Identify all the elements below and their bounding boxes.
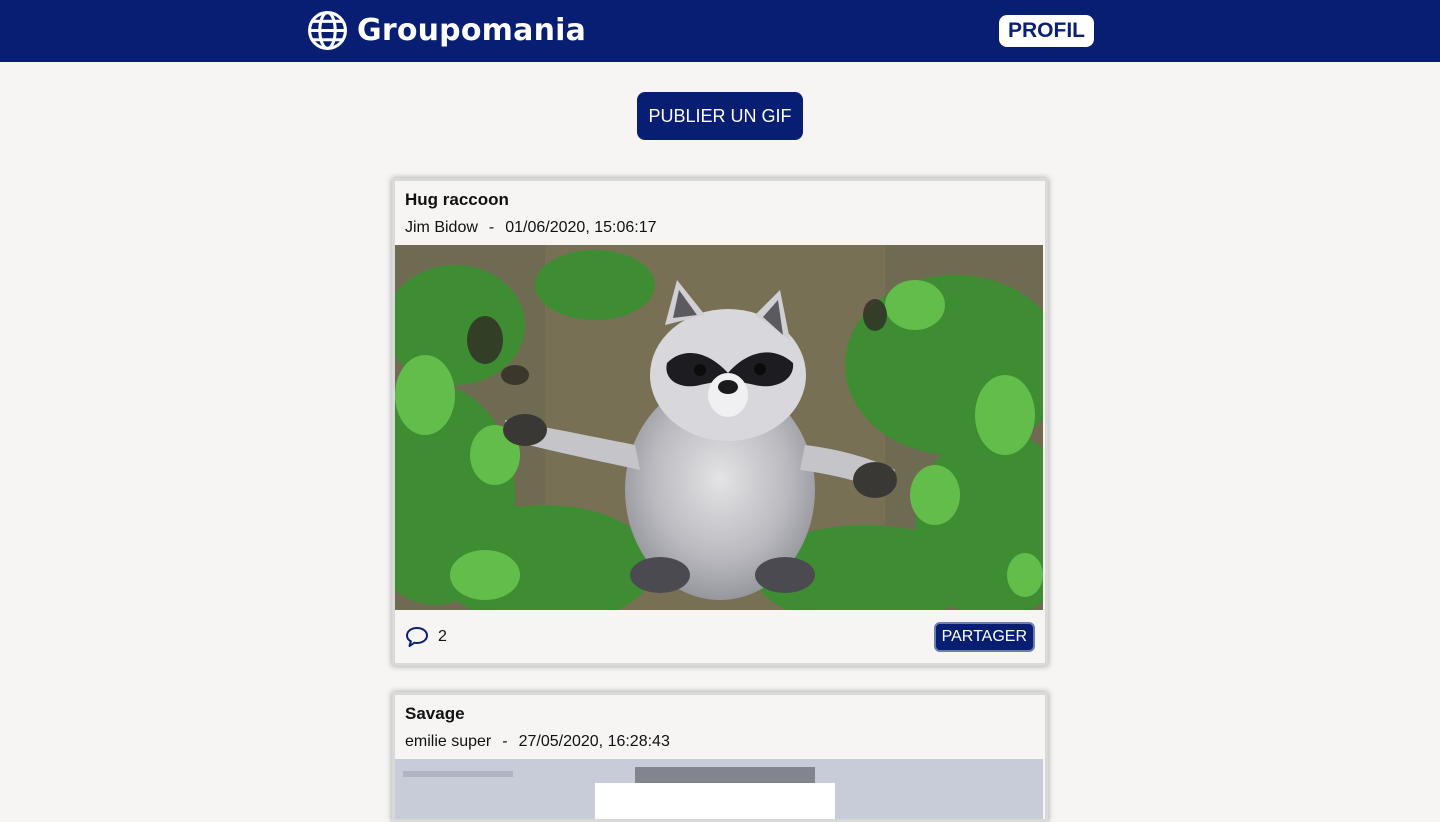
- post-header: Savage emilie super -27/05/2020, 16:28:43: [395, 695, 1045, 759]
- post-title: Savage: [405, 704, 465, 723]
- post-author: emilie super: [405, 733, 492, 750]
- globe-icon: [308, 11, 347, 50]
- gif-feed: Hug raccoon Jim Bidow -01/06/2020, 15:06:…: [392, 178, 1048, 822]
- meta-separator: -: [488, 219, 495, 236]
- post-date: 01/06/2020, 15:06:17: [505, 219, 657, 236]
- profile-button[interactable]: PROFIL: [999, 15, 1094, 47]
- publish-gif-button[interactable]: PUBLIER UN GIF: [637, 92, 803, 140]
- savage-gif-image[interactable]: [395, 759, 1043, 819]
- post-meta: emilie super -27/05/2020, 16:28:43: [405, 733, 1035, 751]
- post-date: 27/05/2020, 16:28:43: [518, 733, 670, 750]
- post-meta: Jim Bidow -01/06/2020, 15:06:17: [405, 219, 1035, 237]
- comments-toggle[interactable]: 2: [405, 626, 447, 648]
- brand-name: Groupomania: [357, 12, 587, 48]
- meta-separator: -: [502, 733, 508, 750]
- top-navbar: Groupomania PROFIL: [0, 0, 1440, 62]
- post-footer: 2 PARTAGER: [395, 610, 1045, 663]
- brand-logo[interactable]: Groupomania: [307, 10, 586, 51]
- share-button[interactable]: PARTAGER: [933, 621, 1035, 652]
- post-title: Hug raccoon: [405, 190, 509, 209]
- post-header: Hug raccoon Jim Bidow -01/06/2020, 15:06:…: [395, 181, 1045, 245]
- savage-gif-graphic: [395, 759, 1043, 819]
- speech-bubble-icon: [406, 626, 428, 647]
- post-card: Savage emilie super -27/05/2020, 16:28:43: [392, 692, 1048, 822]
- publish-area: PUBLIER UN GIF: [0, 62, 1440, 140]
- post-card: Hug raccoon Jim Bidow -01/06/2020, 15:06:…: [392, 178, 1048, 666]
- raccoon-gif-image[interactable]: [395, 245, 1043, 610]
- post-author: Jim Bidow: [405, 219, 478, 236]
- comment-count: 2: [438, 627, 447, 645]
